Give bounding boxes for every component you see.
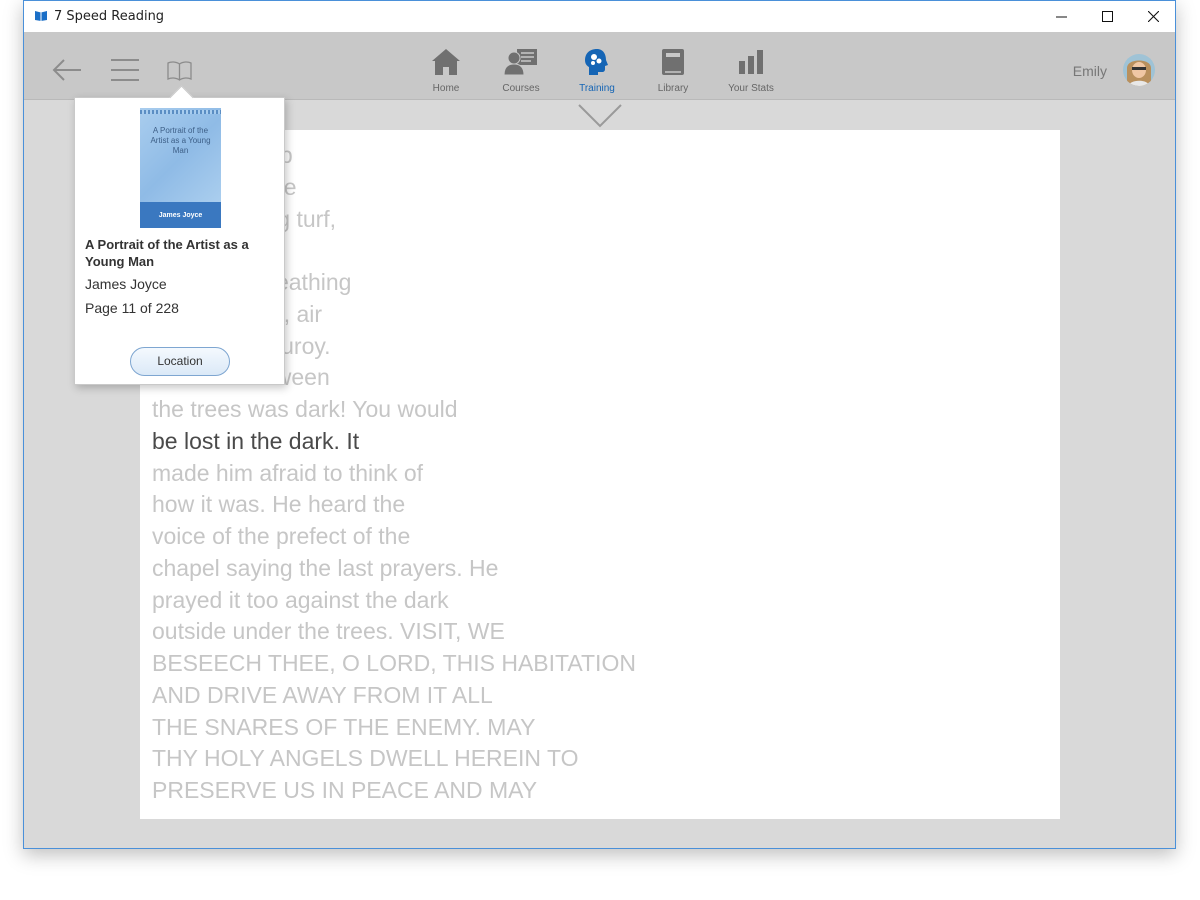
current-reading-line: be lost in the dark. It [152, 427, 360, 454]
nav-courses[interactable]: Courses [485, 48, 557, 94]
reading-line: chapel saying the last prayers. He [152, 554, 499, 581]
book-page-info: Page 11 of 228 [85, 300, 179, 316]
nav-library[interactable]: Library [637, 48, 709, 94]
close-button[interactable] [1130, 1, 1175, 32]
window-title: 7 Speed Reading [54, 9, 165, 24]
book-icon [662, 49, 684, 75]
book-title: A Portrait of the Artist as a Young Man [85, 237, 249, 269]
nav-training-label: Training [579, 83, 615, 94]
minimize-icon [1055, 16, 1067, 18]
cover-title: A Portrait of the Artist as a Young Man [150, 126, 211, 155]
brain-icon [585, 49, 608, 75]
nav-training[interactable]: Training [561, 48, 633, 94]
app-window: 7 Speed Reading Home Courses Training Li… [23, 0, 1176, 849]
minimize-button[interactable] [1038, 1, 1084, 32]
nav-courses-label: Courses [502, 83, 540, 94]
cover-stripe [140, 110, 221, 114]
book-author: James Joyce [85, 276, 167, 292]
reading-line: prayed it too against the dark [152, 586, 449, 613]
book-info-popover: A Portrait of the Artist as a Young Man … [74, 85, 285, 385]
nav-home[interactable]: Home [410, 48, 482, 94]
reading-line: voice of the prefect of the [152, 523, 411, 549]
close-icon [1147, 11, 1159, 22]
nav-library-label: Library [657, 83, 689, 94]
top-navigation: Home Courses Training Library Your Stats… [24, 32, 1175, 100]
nav-your-stats-label: Your Stats [728, 83, 774, 94]
reading-line: made him afraid to think of [152, 459, 424, 486]
user-avatar[interactable] [1123, 54, 1155, 86]
home-icon [432, 49, 460, 75]
reading-line: the trees was dark! You would [152, 396, 458, 422]
reading-line: how it was. He heard the [152, 491, 406, 518]
stats-icon [739, 50, 763, 74]
maximize-button[interactable] [1084, 1, 1130, 32]
location-button[interactable]: Location [130, 347, 230, 376]
book-cover: A Portrait of the Artist as a Young Man … [140, 108, 221, 228]
reading-line: outside under the trees. VISIT, WE [152, 618, 505, 645]
title-bar: 7 Speed Reading [24, 1, 1175, 32]
nav-home-label: Home [432, 83, 460, 94]
hamburger-menu-icon[interactable] [111, 58, 139, 82]
avatar-image [1123, 54, 1155, 86]
open-book-icon[interactable] [167, 61, 192, 81]
app-book-icon [35, 11, 47, 21]
reading-line: PRESERVE US IN PEACE AND MAY [152, 777, 538, 803]
cover-author: James Joyce [158, 212, 203, 219]
nav-your-stats[interactable]: Your Stats [715, 48, 787, 94]
reading-line: THY HOLY ANGELS DWELL HEREIN TO [152, 745, 579, 772]
back-arrow-icon[interactable] [52, 58, 82, 82]
courses-icon [503, 49, 537, 76]
user-name[interactable]: Emily [1073, 63, 1107, 79]
chevron-down-icon[interactable] [577, 103, 623, 129]
maximize-icon [1101, 11, 1113, 22]
reading-line: BESEECH THEE, O LORD, THIS HABITATION [152, 650, 636, 676]
reading-line: THE SNARES OF THE ENEMY. MAY [152, 713, 536, 740]
reading-line: AND DRIVE AWAY FROM IT ALL [152, 681, 493, 708]
